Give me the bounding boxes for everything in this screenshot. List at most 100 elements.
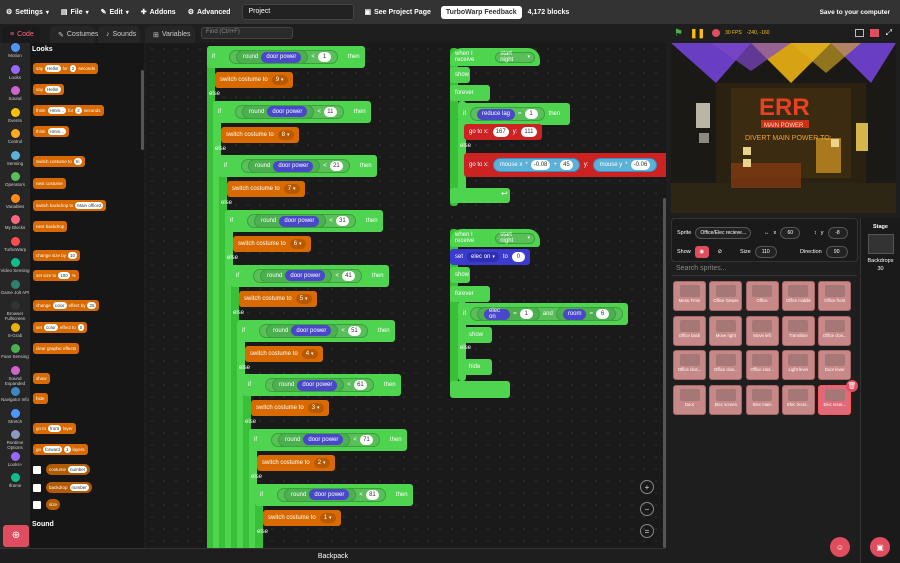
sprite-name-input[interactable]: Office/Elec recieve... — [695, 227, 752, 239]
backpack-bar[interactable]: Backpack — [0, 548, 666, 563]
switch-costume-block[interactable]: switch costume to 2 ▾ — [257, 454, 335, 471]
show-block[interactable]: show — [450, 267, 470, 283]
large-stage-icon[interactable] — [869, 29, 879, 37]
palette-block-input[interactable]: number — [68, 466, 88, 473]
palette-block[interactable]: change color effect by 25 — [33, 300, 100, 311]
category-item[interactable]: S-Grab — [0, 322, 30, 345]
goto-xy-mouse-block[interactable]: go to x: mouse x * -0.08 +45 y: mouse y * -0.06 — [464, 153, 666, 177]
palette-block-input[interactable]: color — [52, 302, 67, 309]
category-item[interactable]: Looks+ — [0, 451, 30, 474]
size-input[interactable]: 110 — [754, 246, 777, 258]
palette-block-input[interactable]: 100 — [58, 272, 70, 279]
settings-menu[interactable]: ⚙ Settings ▾ — [0, 8, 55, 17]
palette-block-input[interactable]: tri — [73, 158, 82, 165]
palette-block-input[interactable]: color — [44, 324, 58, 331]
forever-block[interactable]: forever — [450, 286, 490, 302]
palette-block[interactable]: say Hello! for 2 seconds — [33, 63, 99, 74]
value-input[interactable]: 6 — [596, 309, 609, 319]
advanced-menu[interactable]: ⚙ Advanced — [182, 8, 237, 17]
costume-dropdown[interactable]: 9 ▾ — [271, 75, 288, 85]
switch-costume-block[interactable]: switch costume to 5 ▾ — [239, 290, 317, 307]
y-input[interactable]: -8 — [827, 227, 848, 239]
sprite-tile[interactable]: Office clos... — [709, 350, 743, 380]
add-sprite-button[interactable]: ☺ — [830, 537, 850, 557]
sprite-tile[interactable]: Office back — [673, 315, 706, 346]
hide-block[interactable]: hide — [464, 359, 492, 375]
palette-scrollbar[interactable] — [141, 70, 144, 150]
palette-block[interactable]: next backdrop — [33, 221, 68, 232]
palette-block-input[interactable]: 2 — [75, 107, 82, 114]
palette-block-input[interactable]: Hmm... — [47, 107, 67, 114]
palette-block[interactable]: set color effect to 0 — [33, 322, 88, 333]
sprite-tile[interactable]: Office middle — [781, 281, 815, 311]
stage-selector[interactable]: Stage Backdrops 30 — [860, 218, 900, 563]
threshold-input[interactable]: 1 — [317, 52, 331, 62]
if-block[interactable]: if round door power <81 then — [255, 483, 413, 506]
find-input[interactable]: Find (Ctrl+F) — [201, 27, 293, 39]
value-input[interactable]: 1 — [519, 309, 533, 319]
category-item[interactable]: Sound Expanded — [0, 365, 30, 388]
if-block[interactable]: if round door power <11 then — [213, 100, 371, 123]
set-variable-block[interactable]: set elec on ▾ to 0 — [450, 249, 530, 265]
switch-costume-block[interactable]: switch costume to 8 ▾ — [221, 126, 299, 143]
if-block[interactable]: if round door power <71 then — [249, 428, 407, 451]
palette-block[interactable]: think Hmm... — [33, 126, 70, 137]
sprite-tile[interactable]: Office clos... — [673, 350, 706, 380]
stop-icon[interactable] — [712, 29, 721, 37]
tab-costumes[interactable]: ✎ Costumes — [50, 26, 98, 43]
feedback-button[interactable]: TurboWarp Feedback — [440, 5, 522, 19]
category-item[interactable]: Events — [0, 107, 30, 130]
threshold-input[interactable]: 11 — [323, 106, 337, 117]
costume-dropdown[interactable]: 7 ▾ — [283, 184, 300, 195]
checkbox[interactable] — [33, 500, 41, 509]
category-item[interactable]: My Blocks — [0, 215, 30, 237]
costume-dropdown[interactable]: 8 ▾ — [277, 129, 294, 140]
file-menu[interactable]: ▤ File ▾ — [55, 8, 95, 17]
message-dropdown[interactable]: start night ▾ — [495, 232, 535, 244]
category-item[interactable]: Iframe — [0, 473, 30, 495]
sprite-tile[interactable]: Move left — [745, 315, 779, 346]
factor-input[interactable]: -0.08 — [530, 160, 551, 170]
threshold-input[interactable]: 51 — [347, 325, 361, 336]
costume-dropdown[interactable]: 6 ▾ — [289, 239, 306, 250]
palette-block-input[interactable]: forward — [43, 446, 63, 453]
x-input[interactable]: 60 — [780, 227, 801, 239]
category-item[interactable]: Variables — [0, 193, 30, 216]
message-dropdown[interactable]: start night ▾ — [495, 51, 535, 63]
small-stage-icon[interactable] — [854, 29, 864, 37]
value-input[interactable]: 0 — [511, 252, 525, 262]
fullscreen-icon[interactable]: ⤢ — [886, 28, 892, 38]
palette-block-input[interactable]: number — [69, 484, 89, 491]
costume-dropdown[interactable]: 2 ▾ — [313, 457, 330, 468]
zoom-reset-icon[interactable]: = — [640, 524, 654, 538]
if-block[interactable]: if reduce lag = 1 then — [458, 103, 570, 125]
palette-block-input[interactable]: 2 — [69, 65, 77, 72]
sprite-tile[interactable]: Elec main — [745, 384, 779, 415]
delete-sprite-icon[interactable]: 🗑 — [846, 380, 858, 392]
offset-input[interactable]: 45 — [559, 160, 573, 170]
palette-block[interactable]: hide — [33, 393, 48, 404]
switch-costume-block[interactable]: switch costume to 1 ▾ — [263, 509, 341, 526]
palette-block[interactable]: switch backdrop to Main office2 — [33, 200, 107, 211]
category-item[interactable]: Looks — [0, 64, 30, 87]
edit-menu[interactable]: ✎ Edit ▾ — [95, 8, 135, 17]
category-item[interactable]: TurboWarp — [0, 236, 30, 259]
category-item[interactable]: Operators — [0, 172, 30, 194]
add-backdrop-button[interactable]: ▣ — [870, 537, 890, 557]
threshold-input[interactable]: 31 — [335, 216, 349, 227]
factor-input[interactable]: -0.06 — [630, 160, 651, 170]
forever-block[interactable]: forever — [450, 85, 490, 101]
if-block[interactable]: if round door power <1 then — [207, 46, 365, 68]
costume-dropdown[interactable]: 4 ▾ — [301, 348, 318, 359]
green-flag-icon[interactable]: ⚑ — [674, 28, 683, 39]
workspace-scrollbar[interactable] — [663, 198, 666, 548]
sprite-tile[interactable]: Light lever — [781, 350, 815, 380]
sprite-tile[interactable]: Office clos... — [745, 350, 779, 380]
goto-xy-block[interactable]: go to x: 167 y: 111 — [464, 124, 542, 140]
category-item[interactable]: Motion — [0, 43, 30, 65]
switch-costume-block[interactable]: switch costume to 7 ▾ — [227, 181, 305, 198]
sprite-tile[interactable]: Door — [673, 384, 706, 415]
switch-costume-block[interactable]: switch costume to 4 ▾ — [245, 345, 323, 362]
category-item[interactable]: Stretch — [0, 408, 30, 431]
if-block[interactable]: if elec on = 1 and room = 6 — [458, 303, 628, 325]
